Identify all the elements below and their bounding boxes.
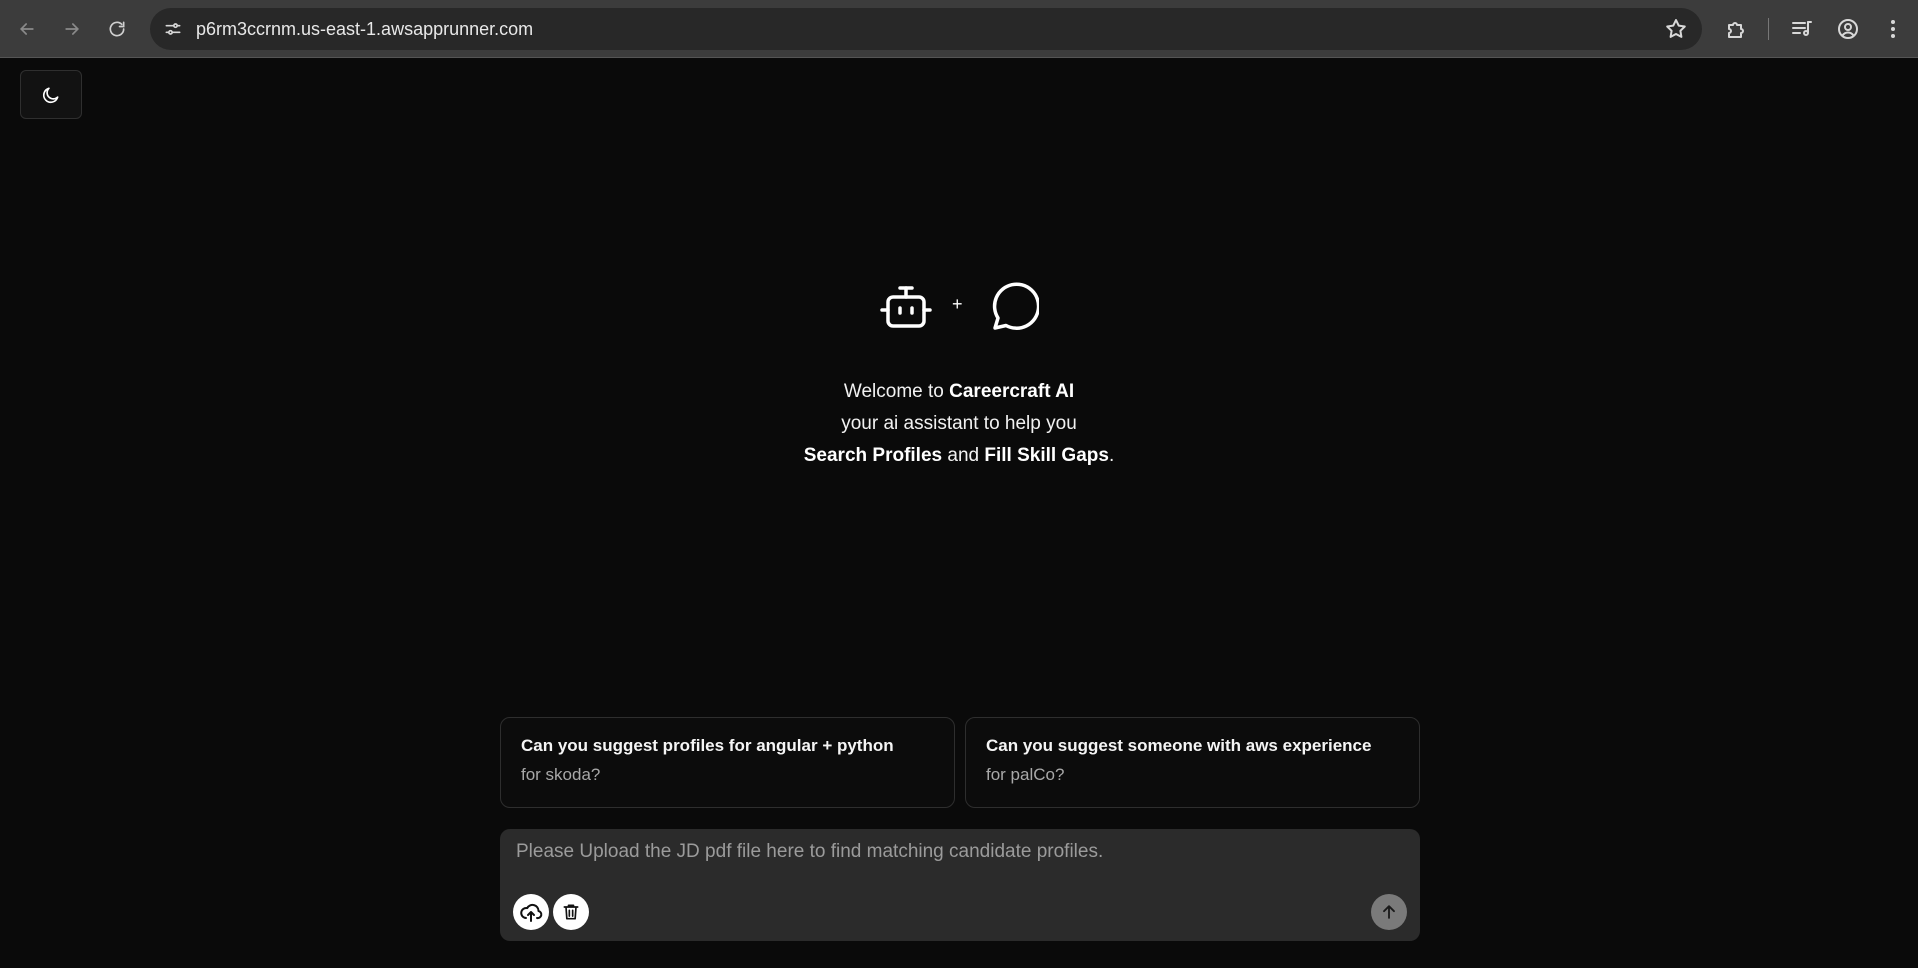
reload-icon	[109, 21, 125, 37]
media-controls-button[interactable]	[1787, 14, 1817, 44]
profile-button[interactable]	[1833, 14, 1863, 44]
theme-toggle-button[interactable]	[20, 70, 82, 119]
delete-file-button[interactable]	[553, 894, 589, 930]
bot-icon	[880, 286, 932, 328]
plus-sign: +	[952, 294, 963, 314]
feature-fill-skill-gaps: Fill Skill Gaps	[984, 445, 1109, 466]
welcome-period: .	[1108, 445, 1115, 466]
upload-file-button[interactable]	[513, 894, 549, 930]
suggestion-subtitle: for palCo?	[986, 765, 1065, 784]
back-button[interactable]	[10, 12, 44, 46]
suggestion-subtitle: for skoda?	[521, 765, 601, 784]
menu-dots-icon	[1891, 20, 1895, 38]
site-settings-icon	[165, 23, 181, 35]
site-settings-button[interactable]	[160, 16, 186, 42]
app-name: Careercraft AI	[949, 381, 1075, 402]
welcome-message: Welcome to Careercraft AI your ai assist…	[660, 376, 1258, 472]
welcome-line-1: Welcome to Careercraft AI	[660, 376, 1258, 408]
extensions-button[interactable]	[1722, 14, 1752, 44]
extensions-icon	[1728, 22, 1744, 38]
reload-button[interactable]	[100, 12, 134, 46]
browser-toolbar: p6rm3ccrnm.us-east-1.awsapprunner.com	[0, 0, 1918, 58]
profile-icon	[1838, 19, 1858, 39]
suggestion-title: Can you suggest profiles for angular + p…	[521, 736, 894, 755]
browser-menu-button[interactable]	[1878, 14, 1908, 44]
welcome-and: and	[942, 445, 985, 466]
message-composer	[500, 829, 1420, 941]
media-controls-icon	[1792, 21, 1812, 36]
welcome-line-3: Search Profiles and Fill Skill Gaps.	[660, 440, 1258, 472]
hero-logo: +	[880, 282, 1040, 334]
bookmark-star-icon[interactable]	[1664, 17, 1688, 41]
suggestion-card-angular-python[interactable]: Can you suggest profiles for angular + p…	[500, 717, 955, 808]
trash-icon	[563, 904, 579, 920]
address-bar[interactable]: p6rm3ccrnm.us-east-1.awsapprunner.com	[150, 8, 1702, 50]
cloud-upload-icon	[520, 903, 543, 922]
arrow-up-icon	[1383, 905, 1395, 919]
send-button[interactable]	[1371, 894, 1407, 930]
back-icon	[19, 23, 34, 35]
chat-bubble-icon	[992, 282, 1039, 330]
suggestion-card-aws-experience[interactable]: Can you suggest someone with aws experie…	[965, 717, 1420, 808]
welcome-prefix: Welcome to	[843, 381, 950, 402]
forward-icon	[65, 23, 80, 35]
message-input[interactable]	[516, 841, 1396, 877]
url-text: p6rm3ccrnm.us-east-1.awsapprunner.com	[196, 19, 534, 39]
toolbar-divider	[1768, 18, 1769, 40]
suggestion-title: Can you suggest someone with aws experie…	[986, 736, 1372, 755]
feature-search-profiles: Search Profiles	[803, 445, 943, 466]
moon-icon	[42, 87, 59, 103]
welcome-line-2: your ai assistant to help you	[841, 413, 1077, 434]
forward-button[interactable]	[55, 12, 89, 46]
